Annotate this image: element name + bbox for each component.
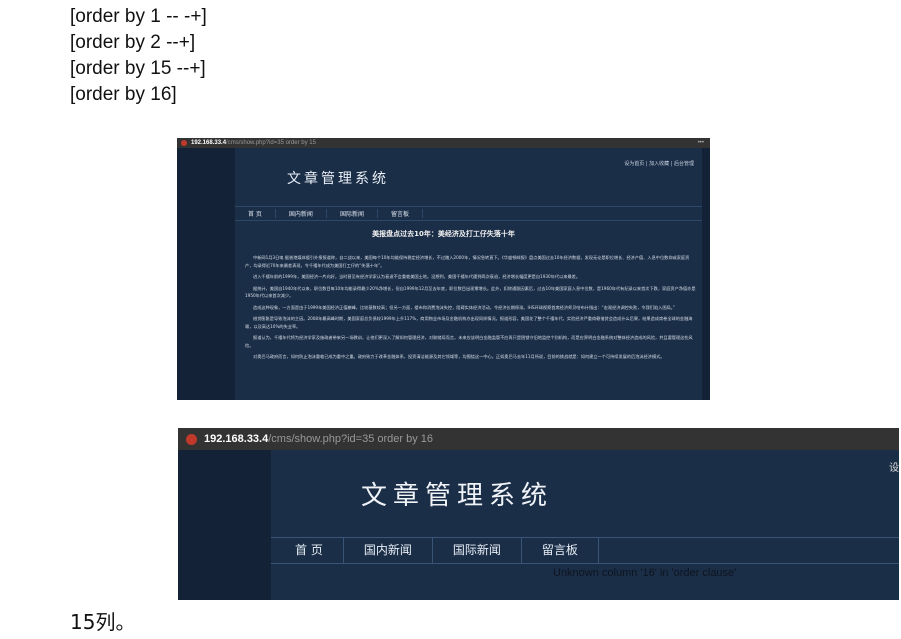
nav-item-domestic-news[interactable]: 国内新闻 [344,538,433,563]
article-paragraph: 报道认为，千禧年代将为经济学家及施政者带来另一场教训，让他们更深入了解如何管理经… [245,335,693,348]
article-title: 美报盘点过去10年：美经济及打工仔失落十年 [372,230,515,238]
site-title: 文章管理系统 [287,171,389,187]
sql-error-message: Unknown column '16' in 'order clause' [553,567,737,579]
more-icon[interactable]: ••• [698,140,704,146]
article-paragraph: 造成这种现象，一方面是由于1999年美国经济正值巅峰，比较基数较高；但另一方面，… [253,304,675,310]
main-nav: 首 页 国内新闻 国际新闻 留言板 [271,537,899,564]
nav-item-home[interactable]: 首 页 [271,538,344,563]
url-host: 192.168.33.4 [204,433,269,445]
article-body: 中新网1月3日电 据香港媒体援引外报报道称，自二战以来，美国每个10年均能保持稳… [245,254,696,365]
nav-item-home[interactable]: 首 页 [235,209,276,218]
top-link[interactable]: 设 [889,459,899,474]
article-paragraph: 借贷膨胀是导致泡沫的主因。2008年最高峰时期，美国家庭总负债较1999年上升1… [245,316,693,329]
url-host: 192.168.33.4 [191,140,227,146]
conclusion-caption: 15列。 [70,610,136,634]
insecure-lock-icon [186,433,197,445]
doc-line: [order by 2 --+] [70,32,196,53]
page-left-margin [178,450,271,600]
article-paragraph: 对奥巴马政府而言，如何防止泡沫重临已成为重中之重。政府致力于改革金融体系，投资清… [253,354,665,359]
doc-line: [order by 15 --+] [70,58,206,79]
nav-item-guestbook[interactable]: 留言板 [378,209,423,218]
browser-url-bar[interactable]: 192.168.33.4 /cms/show.php?id=35 order b… [177,138,710,148]
site-title: 文章管理系统 [361,481,554,511]
url-path: /cms/show.php?id=35 order by 15 [226,140,316,146]
article-paragraph: 中新网1月3日电 据香港媒体援引外报报道称，自二战以来，美国每个10年均能保持稳… [245,255,690,268]
insecure-lock-icon [181,140,187,146]
article-paragraph: 据统计，美国自1940年代以来，职位数目每10年均能录得最少20%净增长，但自1… [245,285,696,299]
nav-item-guestbook[interactable]: 留言板 [522,538,599,563]
page-right-margin [702,148,710,400]
page-left-margin [177,148,235,400]
doc-line: [order by 1 -- -+] [70,6,207,27]
screenshot-order-by-15: 192.168.33.4 /cms/show.php?id=35 order b… [177,138,710,400]
nav-item-domestic-news[interactable]: 国内新闻 [276,209,327,218]
nav-item-international-news[interactable]: 国际新闻 [327,209,378,218]
doc-line: [order by 16] [70,84,177,105]
nav-item-international-news[interactable]: 国际新闻 [433,538,522,563]
top-links[interactable]: 设为首页 | 加入收藏 | 后台管理 [624,160,694,167]
screenshot-order-by-16: 192.168.33.4 /cms/show.php?id=35 order b… [178,428,899,600]
browser-url-bar[interactable]: 192.168.33.4 /cms/show.php?id=35 order b… [178,428,899,450]
article-paragraph: 进入千禧年前的1999年，美国经济一片向好，当时甚至有经济学家认为衰退不会重临美… [253,274,581,279]
sql-order-by-list: [order by 1 -- -+] [order by 2 --+] [ord… [70,4,207,108]
main-nav: 首 页 国内新闻 国际新闻 留言板 [235,206,702,221]
url-path: /cms/show.php?id=35 order by 16 [268,433,434,445]
